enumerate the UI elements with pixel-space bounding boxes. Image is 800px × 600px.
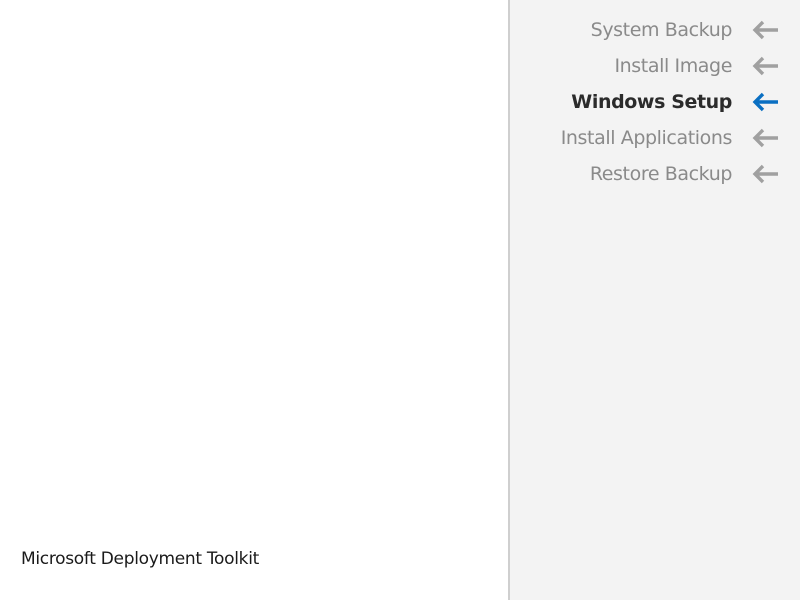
step-install-image: Install Image: [510, 48, 800, 84]
product-name: Microsoft Deployment Toolkit: [21, 549, 260, 569]
main-content-area: Microsoft Deployment Toolkit: [0, 0, 508, 600]
deployment-screen: Microsoft Deployment Toolkit System Back…: [0, 0, 800, 600]
step-windows-setup: Windows Setup: [510, 84, 800, 120]
step-restore-backup: Restore Backup: [510, 156, 800, 192]
arrow-left-icon: [750, 19, 780, 41]
step-system-backup: System Backup: [510, 12, 800, 48]
step-label: System Backup: [590, 19, 733, 41]
step-label: Install Applications: [560, 127, 733, 149]
step-label: Restore Backup: [589, 163, 733, 185]
progress-sidebar: System Backup Install Image Windows Setu…: [508, 0, 800, 600]
step-label: Windows Setup: [571, 91, 732, 113]
step-install-applications: Install Applications: [510, 120, 800, 156]
arrow-left-icon: [750, 127, 780, 149]
step-list: System Backup Install Image Windows Setu…: [510, 12, 800, 192]
arrow-left-icon: [750, 55, 780, 77]
arrow-left-icon: [750, 91, 780, 113]
arrow-left-icon: [750, 163, 780, 185]
step-label: Install Image: [614, 55, 732, 77]
